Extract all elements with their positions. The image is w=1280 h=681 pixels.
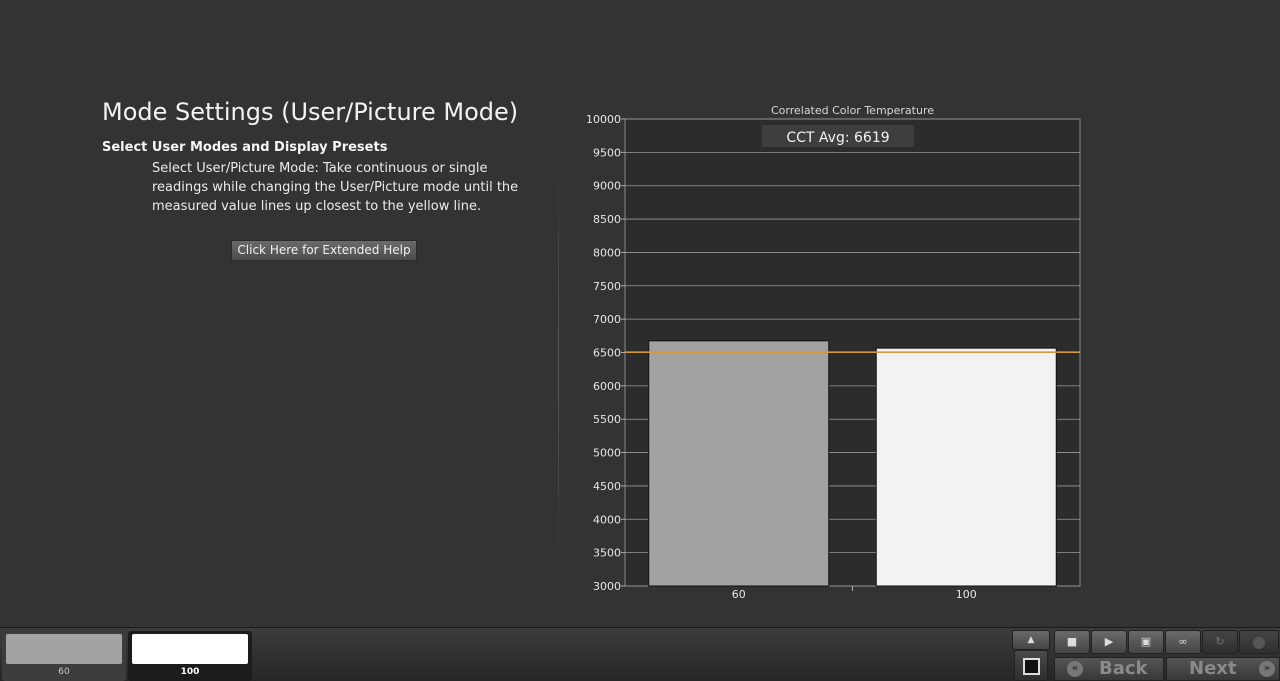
chart-title: Correlated Color Temperature: [771, 104, 934, 117]
save-button[interactable]: ▣: [1128, 630, 1164, 654]
back-button[interactable]: « Back: [1054, 657, 1164, 681]
swatch-color: [6, 634, 122, 664]
next-button[interactable]: Next »: [1166, 657, 1280, 681]
back-label: Back: [1099, 658, 1148, 679]
y-tick-label: 8500: [593, 213, 621, 226]
record-button[interactable]: ●: [1239, 630, 1279, 654]
play-icon: ▶: [1104, 635, 1114, 648]
loop-button[interactable]: ∞: [1165, 630, 1201, 654]
save-icon: ▣: [1140, 635, 1152, 648]
swatch-label: 60: [58, 667, 70, 677]
y-tick-label: 3000: [593, 580, 621, 593]
stop-button[interactable]: ■: [1054, 630, 1090, 654]
extended-help-button[interactable]: Click Here for Extended Help: [231, 240, 417, 261]
refresh-icon: ↻: [1215, 635, 1225, 648]
up-arrow-button[interactable]: ▲: [1012, 630, 1050, 650]
loop-icon: ∞: [1178, 635, 1188, 648]
y-tick-label: 7000: [593, 313, 621, 326]
bar-100: [875, 347, 1057, 587]
up-arrow-icon: ▲: [1027, 635, 1035, 645]
y-tick-label: 5500: [593, 413, 621, 426]
y-tick-label: 6000: [593, 380, 621, 393]
play-button[interactable]: ▶: [1091, 630, 1127, 654]
back-arrow-icon: «: [1067, 661, 1083, 677]
y-tick-label: 5000: [593, 447, 621, 460]
y-tick-label: 3500: [593, 547, 621, 560]
swatch-color: [132, 634, 248, 664]
next-arrow-icon: »: [1259, 661, 1275, 677]
y-tick-label: 10000: [586, 113, 621, 126]
instructions-text: Select User/Picture Mode: Take continuou…: [152, 161, 519, 214]
stop-square-icon: [1023, 658, 1040, 675]
y-tick-label: 6500: [593, 347, 621, 360]
measurement-controls: ▲ ■ ▶ ▣ ∞ ↻ ● « Back Next »: [1010, 630, 1280, 681]
y-tick-label: 4000: [593, 513, 621, 526]
next-label: Next: [1189, 658, 1237, 679]
swatch-item-60[interactable]: 60: [2, 631, 126, 681]
panel-divider: [558, 160, 559, 570]
stop-square-button[interactable]: [1014, 650, 1048, 681]
cct-avg-label: CCT Avg: 6619: [786, 130, 889, 146]
bar-60: [648, 340, 830, 587]
page-title: Mode Settings (User/Picture Mode): [102, 98, 519, 126]
refresh-button[interactable]: ↻: [1202, 630, 1238, 654]
swatch-label: 100: [180, 667, 200, 677]
swatch-item-100[interactable]: 100: [128, 631, 252, 681]
y-tick-label: 7500: [593, 280, 621, 293]
x-tick-label: 100: [956, 588, 977, 601]
cct-chart: Correlated Color Temperature 3000 3500 4000…: [560, 100, 1120, 610]
stop-icon: ■: [1066, 635, 1078, 648]
x-tick-label: 60: [732, 588, 746, 601]
y-tick-label: 9000: [593, 180, 621, 193]
section-subtitle: Select User Modes and Display Presets: [102, 140, 388, 155]
y-tick-label: 8000: [593, 246, 621, 259]
record-icon: ●: [1252, 632, 1266, 651]
y-tick-label: 4500: [593, 480, 621, 493]
cct-chart-svg: Correlated Color Temperature 3000 3500 4000…: [586, 104, 1081, 601]
y-tick-label: 9500: [593, 146, 621, 159]
